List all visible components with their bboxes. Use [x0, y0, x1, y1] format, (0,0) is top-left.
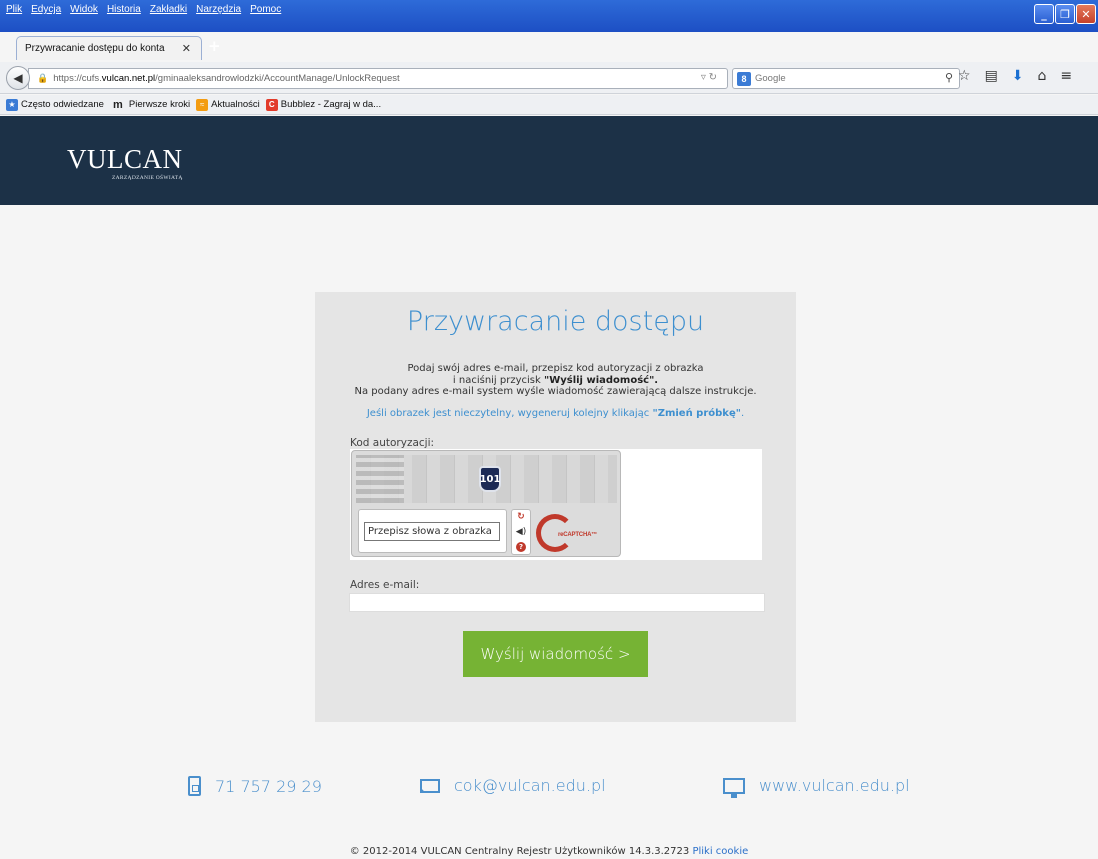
captcha-image: 101	[356, 455, 617, 503]
website-link[interactable]: www.vulcan.edu.pl	[759, 776, 910, 795]
bookmarks-list-icon[interactable]: ▤	[985, 68, 998, 84]
contact-email[interactable]: cok@vulcan.edu.pl	[420, 776, 606, 795]
home-icon[interactable]: ⌂	[1038, 68, 1047, 84]
captcha-hint: Jeśli obrazek jest nieczytelny, wygeneru…	[315, 408, 796, 419]
back-arrow-icon: ◀	[13, 71, 23, 85]
recaptcha-logo: reCAPTCHA™	[536, 514, 597, 552]
copyright: © 2012-2014 VULCAN Centralny Rejestr Uży…	[0, 846, 1098, 857]
recaptcha-label: reCAPTCHA	[558, 531, 592, 538]
reload-icon[interactable]: ▿ ↻	[701, 72, 717, 83]
window-controls: _ ❐ ✕	[1034, 4, 1096, 24]
menu-view[interactable]: Widok	[70, 4, 98, 15]
search-bar[interactable]: 8 Google ⚲	[732, 68, 960, 89]
hint-bold: "Zmień próbkę"	[652, 408, 741, 419]
tab-title: Przywracanie dostępu do konta	[25, 43, 165, 54]
captcha-sign: 101	[479, 466, 501, 492]
bookmark-item[interactable]: ≈ Aktualności	[196, 98, 260, 111]
vulcan-logo[interactable]: VULCAN ZARZĄDZANIE OŚWIATĄ	[67, 144, 183, 182]
recaptcha-text: reCAPTCHA™	[558, 529, 597, 538]
auth-code-label: Kod autoryzacji:	[350, 437, 435, 449]
close-tab-icon[interactable]: ✕	[182, 42, 191, 55]
restore-icon[interactable]: ❐	[1055, 4, 1075, 24]
cookie-link[interactable]: Pliki cookie	[692, 846, 748, 857]
send-message-button[interactable]: Wyślij wiadomość >	[463, 631, 648, 677]
search-icon[interactable]: ⚲	[945, 71, 953, 84]
menu-history[interactable]: Historia	[107, 4, 141, 15]
captcha-input[interactable]	[364, 522, 500, 541]
menu-help[interactable]: Pomoc	[250, 4, 281, 15]
logo-subtitle: ZARZĄDZANIE OŚWIATĄ	[112, 175, 183, 181]
captcha-container: 101 ↻ ◀) ? reCAPTCHA™	[350, 449, 762, 560]
bookmark-label: Pierwsze kroki	[128, 99, 191, 110]
bookmark-item[interactable]: C Bubblez - Zagraj w da...	[265, 98, 382, 111]
contact-email-link[interactable]: cok@vulcan.edu.pl	[454, 776, 606, 795]
instructions-bold: "Wyślij wiadomość".	[543, 374, 659, 386]
url-host: vulcan.net.pl	[101, 73, 156, 84]
lock-icon: 🔒	[37, 73, 49, 83]
mail-icon	[420, 778, 440, 793]
captcha-image-texture	[356, 455, 404, 503]
browser-tab-active[interactable]: Przywracanie dostępu do konta ✕	[16, 36, 202, 60]
instructions-text: i naciśnij przycisk	[452, 374, 544, 386]
url-prefix: https://cufs.	[53, 73, 102, 84]
logo-text: VULCAN	[67, 144, 183, 174]
monitor-icon	[723, 777, 745, 798]
recaptcha-widget: 101 ↻ ◀) ? reCAPTCHA™	[351, 450, 621, 557]
phone-number: 71 757 29 29	[215, 776, 322, 796]
instructions-line-3: Na podany adres e-mail system wyśle wiad…	[354, 386, 757, 397]
page-title: Przywracanie dostępu	[406, 306, 705, 337]
bookmark-label: Często odwiedzane	[21, 99, 104, 110]
bubblez-icon: C	[265, 98, 278, 111]
email-label: Adres e-mail:	[350, 579, 420, 591]
menu-file[interactable]: Plik	[6, 4, 22, 15]
recaptcha-tm: ™	[591, 531, 598, 538]
back-button[interactable]: ◀	[6, 66, 30, 90]
menu-edit[interactable]: Edycja	[31, 4, 61, 15]
bookmark-item[interactable]: ★ Często odwiedzane	[6, 98, 104, 111]
url-path: /gminaaleksandrowlodzki/AccountManage/Un…	[155, 73, 400, 84]
refresh-captcha-icon[interactable]: ↻	[517, 512, 525, 522]
menu-bookmarks[interactable]: Zakładki	[150, 4, 187, 15]
contact-website[interactable]: www.vulcan.edu.pl	[723, 776, 910, 798]
browser-titlebar: Plik Edycja Widok Historia Zakładki Narz…	[0, 0, 1098, 32]
captcha-input-box	[358, 509, 507, 553]
bookmarks-toolbar: ★ Często odwiedzane m Pierwsze kroki ≈ A…	[0, 95, 1098, 115]
rss-icon: ≈	[196, 98, 209, 111]
bookmark-label: Aktualności	[211, 99, 260, 110]
close-window-icon[interactable]: ✕	[1076, 4, 1096, 24]
contact-phone: 71 757 29 29	[188, 776, 322, 796]
help-icon[interactable]: ?	[516, 541, 526, 552]
email-field[interactable]	[349, 593, 765, 612]
download-icon[interactable]: ⬇	[1012, 68, 1024, 84]
contact-bar: 71 757 29 29 cok@vulcan.edu.pl www.vulca…	[0, 776, 1098, 806]
site-header: VULCAN ZARZĄDZANIE OŚWIATĄ	[0, 116, 1098, 205]
new-tab-icon[interactable]: +	[208, 37, 221, 55]
copyright-text: © 2012-2014 VULCAN Centralny Rejestr Uży…	[349, 846, 690, 857]
google-icon: 8	[737, 71, 751, 86]
hint-text: Jeśli obrazek jest nieczytelny, wygeneru…	[366, 408, 653, 419]
menu-icon[interactable]: ≡	[1060, 68, 1072, 84]
browser-menubar: Plik Edycja Widok Historia Zakładki Narz…	[6, 4, 281, 15]
most-visited-icon: ★	[6, 98, 18, 111]
minimize-icon[interactable]: _	[1034, 4, 1054, 24]
address-bar[interactable]: 🔒 https://cufs. vulcan.net.pl/gminaaleksa…	[28, 68, 728, 89]
audio-captcha-icon[interactable]: ◀)	[516, 527, 526, 537]
menu-tools[interactable]: Narzędzia	[196, 4, 241, 15]
unlock-request-panel: Przywracanie dostępu Podaj swój adres e-…	[315, 292, 796, 722]
search-placeholder: Google	[755, 73, 786, 84]
captcha-controls: ↻ ◀) ?	[511, 509, 531, 555]
hint-end: .	[740, 408, 745, 419]
instructions: Podaj swój adres e-mail, przepisz kod au…	[315, 363, 796, 398]
instructions-line-2: i naciśnij przycisk "Wyślij wiadomość".	[315, 375, 796, 387]
toolbar-icons: ☆ ▤ ⬇ ⌂ ≡	[958, 68, 1072, 84]
bookmark-item[interactable]: m Pierwsze kroki	[110, 99, 190, 111]
phone-icon	[188, 776, 201, 796]
navigation-toolbar: 🔒 https://cufs. vulcan.net.pl/gminaaleksa…	[0, 62, 1098, 94]
firefox-m-icon: m	[113, 98, 123, 111]
bookmark-star-icon[interactable]: ☆	[958, 68, 971, 84]
instructions-line-1: Podaj swój adres e-mail, przepisz kod au…	[407, 363, 704, 374]
bookmark-label: Bubblez - Zagraj w da...	[280, 99, 382, 110]
